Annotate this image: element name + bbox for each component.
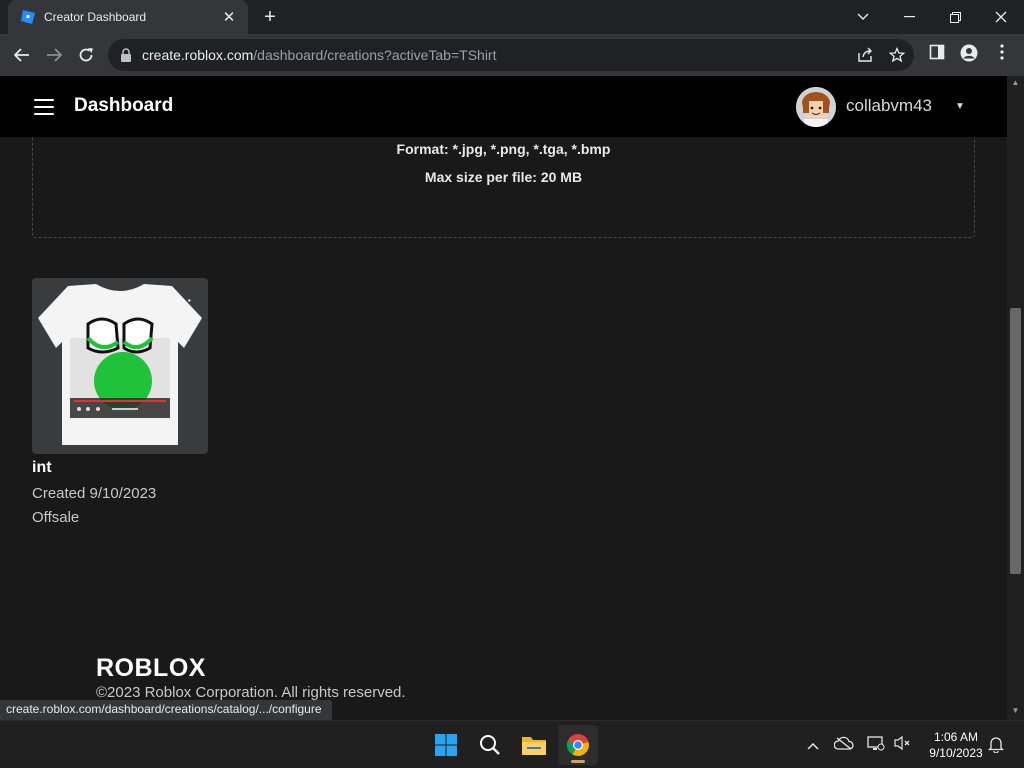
creation-created-date: Created 9/10/2023 bbox=[32, 485, 157, 502]
roblox-favicon-icon bbox=[21, 10, 35, 24]
link-status-url: create.roblox.com/dashboard/creations/ca… bbox=[0, 700, 332, 720]
share-icon[interactable] bbox=[856, 47, 874, 65]
notification-bell-icon[interactable] bbox=[986, 735, 1006, 755]
page-title: Dashboard bbox=[74, 95, 174, 116]
new-tab-button[interactable]: + bbox=[258, 6, 282, 28]
clock-date: 9/10/2023 bbox=[929, 746, 983, 760]
browser-toolbar: create.roblox.com/dashboard/creations?ac… bbox=[0, 34, 1024, 76]
creation-status: Offsale bbox=[32, 509, 80, 526]
page-scrollbar[interactable]: ▲ ▼ bbox=[1007, 76, 1024, 720]
url-host: create.roblox.com bbox=[142, 47, 254, 63]
minimize-button[interactable] bbox=[886, 0, 932, 34]
side-panel-icon[interactable] bbox=[926, 44, 948, 66]
file-explorer-button[interactable] bbox=[514, 725, 554, 765]
footer-copyright: ©2023 Roblox Corporation. All rights res… bbox=[96, 684, 406, 701]
active-app-indicator bbox=[571, 760, 585, 763]
taskbar-clock[interactable]: 1:06 AM 9/10/2023 bbox=[918, 729, 994, 761]
scroll-up-arrow-icon[interactable]: ▲ bbox=[1007, 76, 1024, 90]
start-button[interactable] bbox=[426, 725, 466, 765]
forward-button[interactable] bbox=[41, 42, 67, 68]
url-path: /dashboard/creations?activeTab=TShirt bbox=[253, 47, 497, 63]
close-window-button[interactable] bbox=[978, 0, 1024, 34]
volume-muted-icon[interactable] bbox=[892, 735, 912, 755]
upload-dropzone[interactable]: Format: *.jpg, *.png, *.tga, *.bmp Max s… bbox=[32, 137, 975, 238]
windows-taskbar: 1:06 AM 9/10/2023 bbox=[0, 720, 1024, 768]
browser-tab[interactable]: Creator Dashboard ✕ bbox=[8, 0, 248, 34]
username[interactable]: collabvm43 bbox=[846, 96, 932, 116]
bookmark-star-icon[interactable] bbox=[888, 46, 906, 65]
chrome-taskbar-button[interactable] bbox=[558, 725, 598, 765]
roblox-logo: ROBLOX bbox=[96, 654, 206, 682]
main-content: Format: *.jpg, *.png, *.tga, *.bmp Max s… bbox=[0, 137, 1007, 720]
search-button[interactable] bbox=[470, 725, 510, 765]
reload-button[interactable] bbox=[73, 42, 99, 68]
more-options-icon[interactable]: ··· bbox=[176, 293, 193, 307]
back-button[interactable] bbox=[9, 42, 35, 68]
onedrive-cloud-icon[interactable] bbox=[833, 735, 854, 755]
scroll-down-arrow-icon[interactable]: ▼ bbox=[1007, 704, 1024, 718]
tab-close-icon[interactable]: ✕ bbox=[220, 8, 238, 26]
upload-format-text: Format: *.jpg, *.png, *.tga, *.bmp bbox=[396, 141, 611, 157]
network-icon[interactable] bbox=[866, 735, 886, 755]
dashboard-header: Dashboard collabvm43 ▼ bbox=[0, 76, 1007, 137]
address-bar[interactable]: create.roblox.com/dashboard/creations?ac… bbox=[108, 39, 914, 71]
clock-time: 1:06 AM bbox=[933, 730, 979, 744]
lock-icon bbox=[121, 48, 131, 62]
more-menu-icon[interactable] bbox=[991, 44, 1013, 66]
chevron-up-icon[interactable] bbox=[803, 735, 823, 755]
tab-search-icon[interactable] bbox=[840, 0, 886, 34]
caret-down-icon[interactable]: ▼ bbox=[955, 101, 965, 112]
avatar[interactable] bbox=[796, 87, 836, 127]
creation-name[interactable]: int bbox=[32, 459, 52, 477]
tab-title: Creator Dashboard bbox=[44, 10, 147, 24]
folder-icon bbox=[522, 737, 546, 755]
upload-max-size-text: Max size per file: 20 MB bbox=[424, 169, 583, 185]
chrome-icon bbox=[566, 734, 589, 756]
profile-icon[interactable] bbox=[958, 44, 980, 66]
restore-button[interactable] bbox=[932, 0, 978, 34]
windows-logo-icon bbox=[435, 734, 457, 756]
hamburger-menu-icon[interactable] bbox=[34, 99, 54, 115]
search-icon bbox=[480, 735, 500, 755]
scrollbar-thumb[interactable] bbox=[1010, 308, 1021, 574]
browser-tab-strip: Creator Dashboard ✕ + bbox=[0, 0, 1024, 34]
